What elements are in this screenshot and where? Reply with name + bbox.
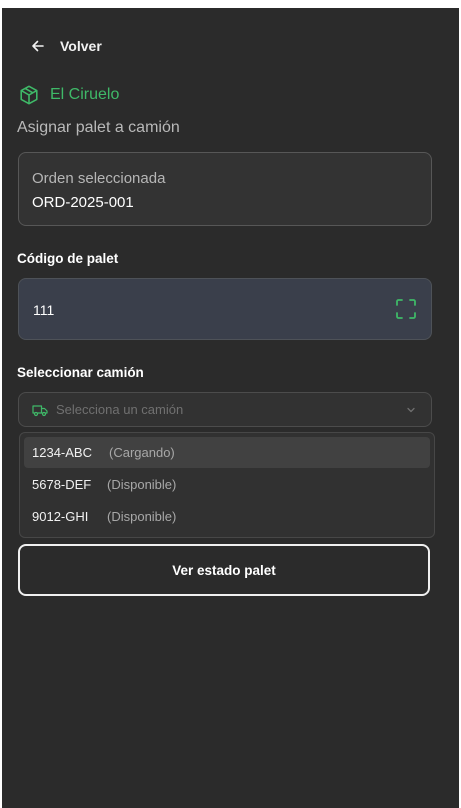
chevron-down-icon [407, 407, 415, 413]
truck-option-status: (Disponible) [107, 509, 177, 524]
page-subtitle: Asignar palet a camión [17, 119, 180, 136]
back-button[interactable]: Volver [30, 36, 102, 56]
truck-select[interactable]: Selecciona un camión [18, 392, 432, 427]
truck-option[interactable]: 1234-ABC (Cargando) [24, 437, 430, 468]
brand: El Ciruelo [18, 84, 119, 106]
pallet-code-input[interactable] [31, 279, 375, 341]
view-pallet-state-button[interactable]: Ver estado palet [18, 544, 430, 596]
selected-order-card: Orden seleccionada ORD-2025-001 [18, 152, 432, 226]
brand-name: El Ciruelo [50, 86, 120, 103]
app-screen: Volver El Ciruelo Asignar palet a camión… [2, 8, 459, 808]
truck-select-label: Seleccionar camión [17, 365, 144, 380]
truck-option-plate: 9012-GHI [32, 509, 89, 524]
selected-order-label: Orden seleccionada [32, 170, 166, 187]
truck-option-plate: 5678-DEF [32, 477, 92, 492]
truck-option[interactable]: 5678-DEF (Disponible) [24, 469, 430, 500]
back-label: Volver [60, 38, 102, 54]
truck-option[interactable]: 9012-GHI (Disponible) [24, 501, 430, 532]
arrow-left-icon [32, 40, 44, 52]
selected-order-value: ORD-2025-001 [32, 194, 134, 211]
top-border [0, 0, 461, 8]
scan-icon[interactable] [395, 298, 417, 320]
pallet-code-field [18, 278, 432, 341]
truck-options-list: 1234-ABC (Cargando) 5678-DEF (Disponible… [19, 432, 435, 538]
truck-select-placeholder: Selecciona un camión [56, 402, 184, 417]
pallet-code-label: Código de palet [17, 251, 119, 266]
truck-option-status: (Cargando) [109, 445, 175, 460]
truck-option-status: (Disponible) [107, 477, 177, 492]
truck-icon [32, 405, 48, 417]
truck-option-plate: 1234-ABC [32, 445, 92, 460]
package-icon [20, 85, 38, 105]
